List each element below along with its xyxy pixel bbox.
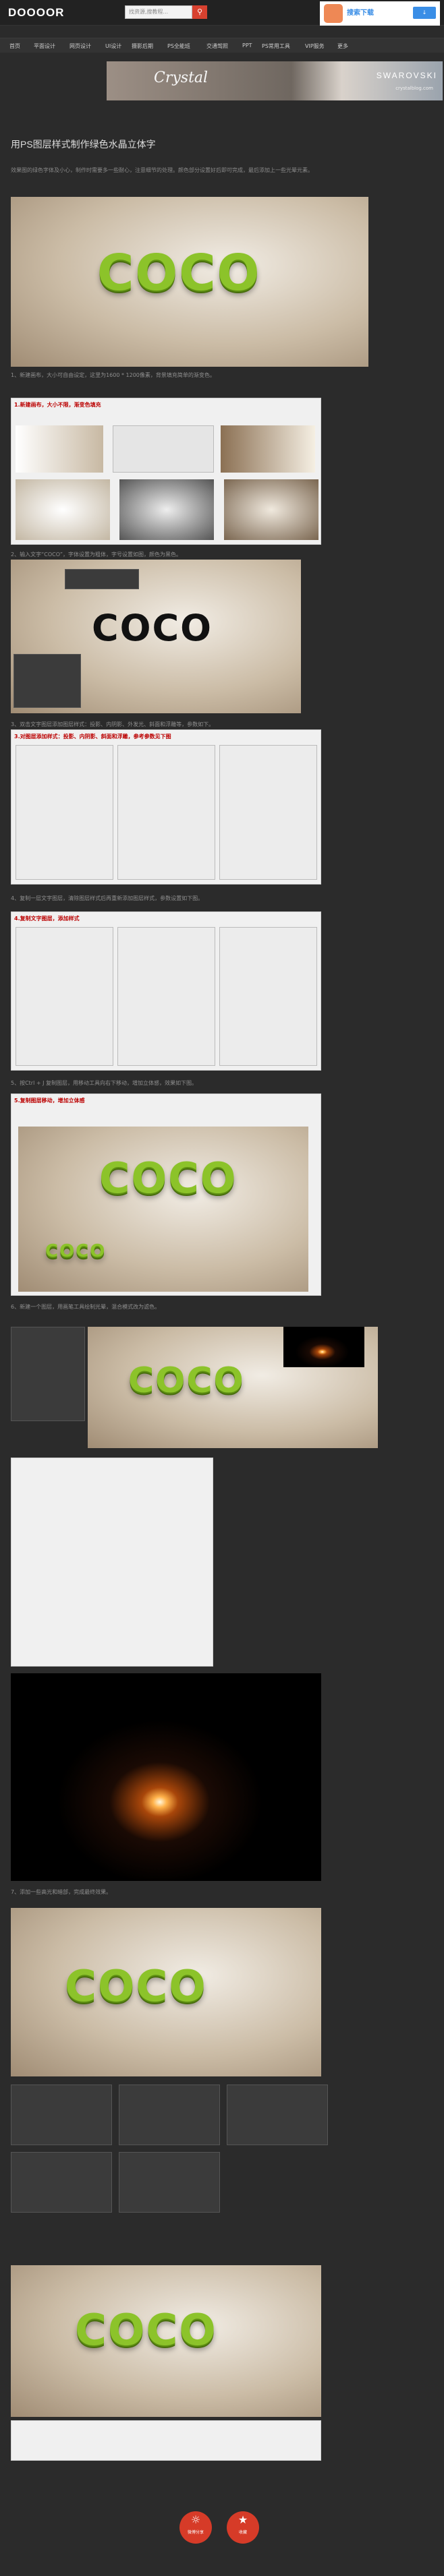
step-3-header: 3.对图层添加样式：投影、内阴影、斜面和浮雕，参考参数见下图 (14, 733, 171, 740)
canvas-preview-2 (119, 479, 214, 540)
adjust-panel-3 (227, 2085, 328, 2145)
step-5-header: 5.复制图层移动，增加立体感 (14, 1098, 85, 1104)
step-5-image: COCO COCO (18, 1127, 308, 1292)
step-1-panel: 1.新建画布，大小不限，渐变色填充 (11, 398, 321, 545)
final-image: COCO (11, 2265, 321, 2417)
step-5-text: 5、按Ctrl + J 复制图层，用移动工具向右下移动，增加立体感，效果如下图。 (11, 1080, 198, 1086)
step-3-text: 3、双击文字图层添加图层样式：投影、内阴影、外发光、斜面和浮雕等，参数如下。 (11, 721, 215, 727)
nav-item-ppt[interactable]: PPT (242, 42, 252, 49)
layer-style-dialog-4 (16, 927, 113, 1066)
main-nav: 首页 平面设计 网页设计 UI设计 摄影后期 PS全能班 交通驾照 PPT PS… (0, 38, 444, 53)
adjust-panel-2 (119, 2085, 220, 2145)
step-6-text: 6、新建一个图层，用画笔工具绘制光晕，混合模式改为滤色。 (11, 1304, 161, 1310)
text-toolbar (65, 569, 139, 589)
lens-flare-image (11, 1673, 321, 1881)
search-icon[interactable]: ⚲ (192, 5, 207, 19)
star-icon: ★ (238, 2513, 248, 2526)
coco-text-small: COCO (45, 1241, 107, 1261)
adjust-panel-4 (11, 2152, 112, 2213)
step-4-text: 4、复制一层文字图层，清除图层样式后再重新添加图层样式，参数设置如下图。 (11, 895, 204, 901)
nav-item-more[interactable]: 更多 (337, 42, 348, 50)
adjust-panel-1 (11, 2085, 112, 2145)
layer-style-dialog-6 (219, 927, 317, 1066)
nav-item-drive[interactable]: 交通驾照 (206, 42, 228, 50)
favorite-label: 收藏 (238, 2530, 247, 2535)
flare-thumb (283, 1327, 364, 1367)
coco-text-final: COCO (75, 2306, 217, 2356)
layers-panel (13, 654, 81, 708)
search-input[interactable]: 找资源,搜教程... (125, 5, 192, 19)
top-ad[interactable]: 搜索下载 ↓ (320, 1, 440, 26)
gradient-preview (16, 425, 103, 473)
app-icon (324, 4, 343, 23)
adjust-panel-5 (119, 2152, 220, 2213)
banner-brand-script: Crystal (154, 69, 209, 86)
step-1-header: 1.新建画布，大小不限，渐变色填充 (14, 402, 101, 408)
nav-item-vip[interactable]: VIP服务 (305, 42, 325, 50)
banner-brand: SWAROVSKI (376, 71, 437, 80)
nav-item-photo[interactable]: 摄影后期 (132, 42, 153, 50)
site-logo[interactable]: DOOOOR (8, 6, 64, 20)
layer-style-dialog-3 (219, 745, 317, 880)
glow-settings-panel (11, 1458, 213, 1667)
step-3-panel: 3.对图层添加样式：投影、内阴影、斜面和浮雕，参考参数见下图 (11, 729, 321, 885)
step-5-panel: 5.复制图层移动，增加立体感 COCO COCO (11, 1094, 321, 1296)
banner-url: crystalblog.com (395, 86, 433, 91)
canvas-preview-3 (224, 479, 318, 540)
step-2-image: COCO (11, 560, 301, 713)
layer-style-dialog-2 (117, 745, 215, 880)
article-title: 用PS图层样式制作绿色水晶立体字 (11, 139, 156, 150)
nav-item-ui[interactable]: UI设计 (105, 42, 121, 50)
layer-style-dialog-5 (117, 927, 215, 1066)
share-weibo-label: 微博分享 (187, 2530, 204, 2535)
canvas-preview-1 (16, 479, 110, 540)
favorite-button[interactable]: ★ 收藏 (227, 2511, 259, 2544)
nav-item-graphic[interactable]: 平面设计 (34, 42, 55, 50)
layers-panel-2 (11, 1327, 85, 1421)
download-button[interactable]: ↓ (413, 7, 436, 19)
step-4-header: 4.复制文字图层，添加样式 (14, 916, 80, 922)
gradient-bar (221, 425, 315, 473)
step-2-text: 2、输入文字“COCO”，字体设置为粗体，字号设置如图，颜色为黑色。 (11, 551, 182, 558)
final-notes-panel (11, 2420, 321, 2461)
coco-text-3d: COCO (99, 1154, 238, 1203)
top-ad-text: 搜索下载 (347, 9, 374, 17)
step-1-text: 1、新建画布，大小可自由设定，这里为1600 * 1200像素，背景填充简单的渐… (11, 372, 215, 378)
article-intro: 效果图的绿色字体及小心，制作时需要多一些耐心，注意细节的处理。颜色部分设置好后即… (11, 167, 313, 173)
layer-style-dialog-1 (16, 745, 113, 880)
weibo-icon: ☼ (190, 2513, 201, 2526)
nav-item-tools[interactable]: PS常用工具 (262, 42, 290, 50)
share-weibo-button[interactable]: ☼ 微博分享 (179, 2511, 212, 2544)
gradient-dialog (113, 425, 214, 473)
top-bar: DOOOOR 找资源,搜教程... ⚲ 搜索下载 ↓ (0, 0, 444, 26)
step-4-panel: 4.复制文字图层，添加样式 (11, 911, 321, 1071)
banner-ad[interactable]: Crystal SWAROVSKI crystalblog.com (107, 61, 443, 100)
nav-item-web[interactable]: 网页设计 (70, 42, 91, 50)
coco-text-5: COCO (65, 1962, 207, 2012)
step-7-text: 7、添加一些高光和暗部，完成最终效果。 (11, 1889, 112, 1895)
nav-item-ps[interactable]: PS全能班 (167, 42, 190, 50)
coco-black-text: COCO (92, 607, 213, 649)
coco-text-4: COCO (128, 1360, 245, 1401)
hero-image: COCO (11, 197, 368, 367)
step-7-image: COCO (11, 1908, 321, 2076)
coco-text: COCO (97, 244, 261, 302)
nav-item-home[interactable]: 首页 (9, 42, 20, 50)
